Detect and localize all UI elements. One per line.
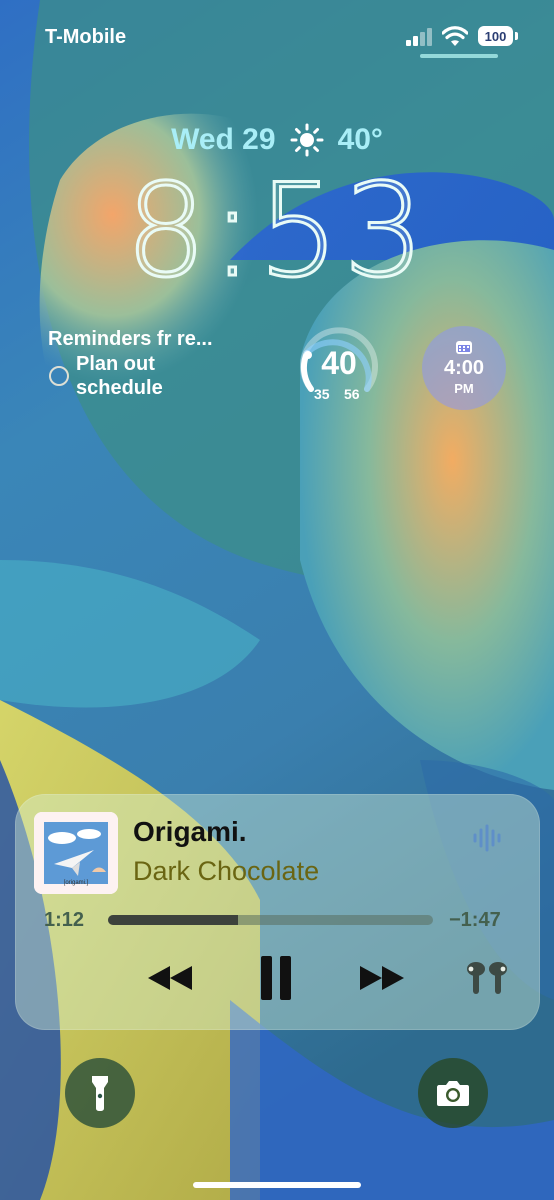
current-temperature: 40	[321, 345, 357, 381]
battery-icon: 100	[478, 26, 513, 46]
remaining-time: −1:47	[449, 909, 501, 931]
wifi-icon	[442, 26, 468, 46]
fast-forward-icon	[360, 966, 404, 990]
low-temperature: 35	[314, 386, 330, 402]
alarm-ampm: PM	[454, 381, 474, 396]
fast-forward-button[interactable]	[356, 960, 408, 996]
date-label: Wed 29	[171, 123, 276, 156]
alarm-calendar-icon	[456, 341, 472, 354]
alarm-time: 4:00	[443, 357, 485, 379]
reminders-widget-title[interactable]: Reminders fr re...	[48, 328, 213, 351]
notification-drag-indicator[interactable]	[420, 54, 498, 58]
weather-temp: 40°	[337, 123, 383, 156]
battery-nub	[515, 32, 518, 40]
song-title: Origami.	[133, 816, 247, 847]
flashlight-icon	[92, 1076, 108, 1111]
flashlight-button[interactable]	[65, 1058, 135, 1128]
pause-icon	[261, 956, 291, 1000]
rewind-button[interactable]	[144, 960, 196, 996]
waveform-icon[interactable]	[472, 824, 502, 852]
date-weather-row[interactable]: Wed 29 40°	[0, 123, 554, 157]
airpods-button[interactable]	[462, 960, 512, 996]
sun-icon	[290, 123, 324, 157]
lock-screen-clock: 8:53	[124, 157, 429, 306]
elapsed-time: 1:12	[44, 909, 85, 931]
camera-button[interactable]	[418, 1058, 488, 1128]
reminder-checkbox-icon[interactable]	[49, 366, 69, 386]
reminder-item[interactable]: Plan out schedule	[76, 352, 226, 400]
playback-progress	[108, 915, 238, 925]
high-temperature: 56	[344, 386, 360, 402]
camera-icon	[437, 1081, 469, 1106]
album-art-caption: [origami.]	[63, 880, 89, 886]
song-artist: Dark Chocolate	[133, 856, 320, 886]
pause-button[interactable]	[255, 953, 297, 1003]
airpods-icon	[467, 962, 507, 994]
home-indicator[interactable]	[193, 1182, 361, 1188]
signal-icon	[406, 28, 432, 46]
carrier-label: T-Mobile	[45, 26, 127, 48]
rewind-icon	[148, 966, 192, 990]
